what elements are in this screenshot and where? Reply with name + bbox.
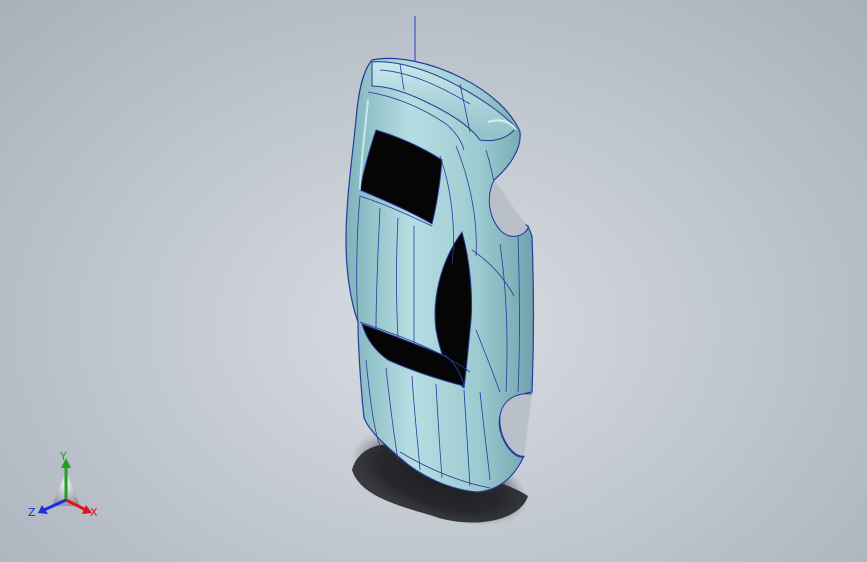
model-canvas[interactable] xyxy=(0,0,867,562)
x-axis-label: X xyxy=(90,506,98,519)
z-axis-label: Z xyxy=(28,506,36,519)
graphics-viewport[interactable]: Y X Z xyxy=(0,0,867,562)
view-orientation-triad[interactable]: Y X Z xyxy=(22,448,108,528)
car-body[interactable] xyxy=(345,57,535,493)
y-axis-label: Y xyxy=(59,450,67,463)
